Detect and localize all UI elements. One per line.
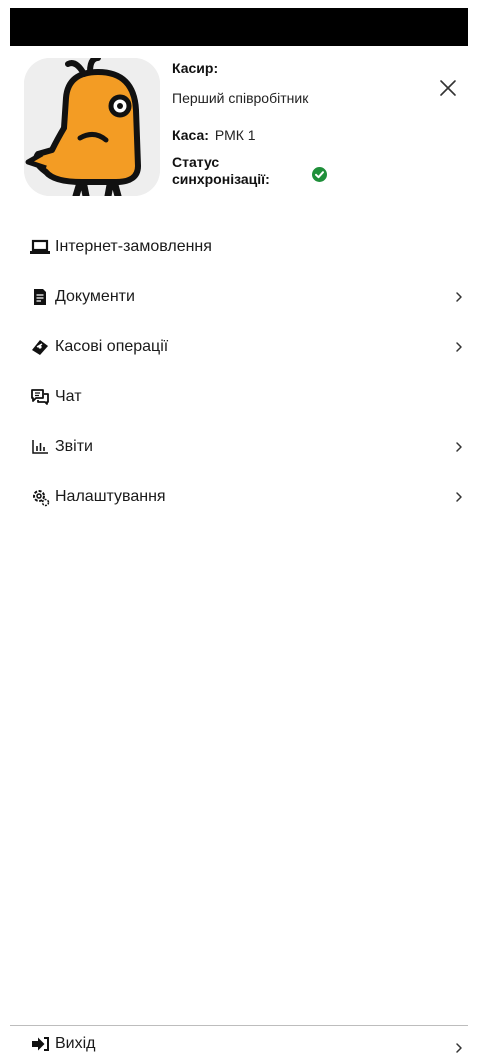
menu-item-label: Чат: [55, 388, 82, 405]
menu-item-label: Документи: [55, 288, 135, 305]
menu-item-documents[interactable]: Документи: [10, 272, 468, 322]
menu-item-online-orders[interactable]: Інтернет-замовлення: [10, 222, 468, 272]
menu-item-cash-operations[interactable]: Касові операції: [10, 322, 468, 372]
close-button[interactable]: [436, 76, 460, 100]
bird-logo-icon: [24, 58, 160, 196]
chevron-right-icon: [456, 442, 462, 452]
money-icon: [30, 337, 50, 357]
menu-item-chat[interactable]: Чат: [10, 372, 468, 422]
sync-status-label: Статус синхронізації:: [172, 154, 270, 187]
cashier-label: Касир:: [172, 60, 219, 76]
logout-label: Вихід: [55, 1035, 96, 1052]
drawer-header: Касир: Перший співробітник Каса: РМК 1 Ст…: [10, 46, 468, 206]
register-row: Каса: РМК 1: [172, 127, 256, 145]
chevron-right-icon: [456, 292, 462, 302]
avatar: [24, 58, 160, 196]
sync-ok-icon: [312, 167, 327, 182]
register-value: РМК 1: [214, 127, 256, 143]
menu-item-label: Налаштування: [55, 488, 166, 505]
cashier-name: Перший співробітник: [172, 90, 309, 106]
logout-icon: [30, 1034, 50, 1054]
document-icon: [30, 287, 50, 307]
drawer-footer: Вихід: [10, 1025, 468, 1061]
drawer-menu: Інтернет-замовлення Документи Касові опе…: [10, 222, 468, 522]
register-label: Каса:: [172, 127, 209, 143]
close-icon: [440, 80, 456, 96]
chart-icon: [30, 437, 50, 457]
menu-item-settings[interactable]: Налаштування: [10, 472, 468, 522]
chevron-right-icon: [456, 492, 462, 502]
chat-icon: [30, 387, 50, 407]
menu-item-label: Звіти: [55, 438, 93, 455]
laptop-icon: [30, 237, 50, 257]
gear-icon: [30, 487, 50, 507]
menu-item-label: Касові операції: [55, 338, 169, 355]
logout-button[interactable]: Вихід: [10, 1026, 468, 1062]
status-bar: [10, 8, 468, 46]
chevron-right-icon: [456, 1043, 462, 1053]
chevron-right-icon: [456, 342, 462, 352]
menu-item-label: Інтернет-замовлення: [55, 238, 212, 255]
menu-item-reports[interactable]: Звіти: [10, 422, 468, 472]
